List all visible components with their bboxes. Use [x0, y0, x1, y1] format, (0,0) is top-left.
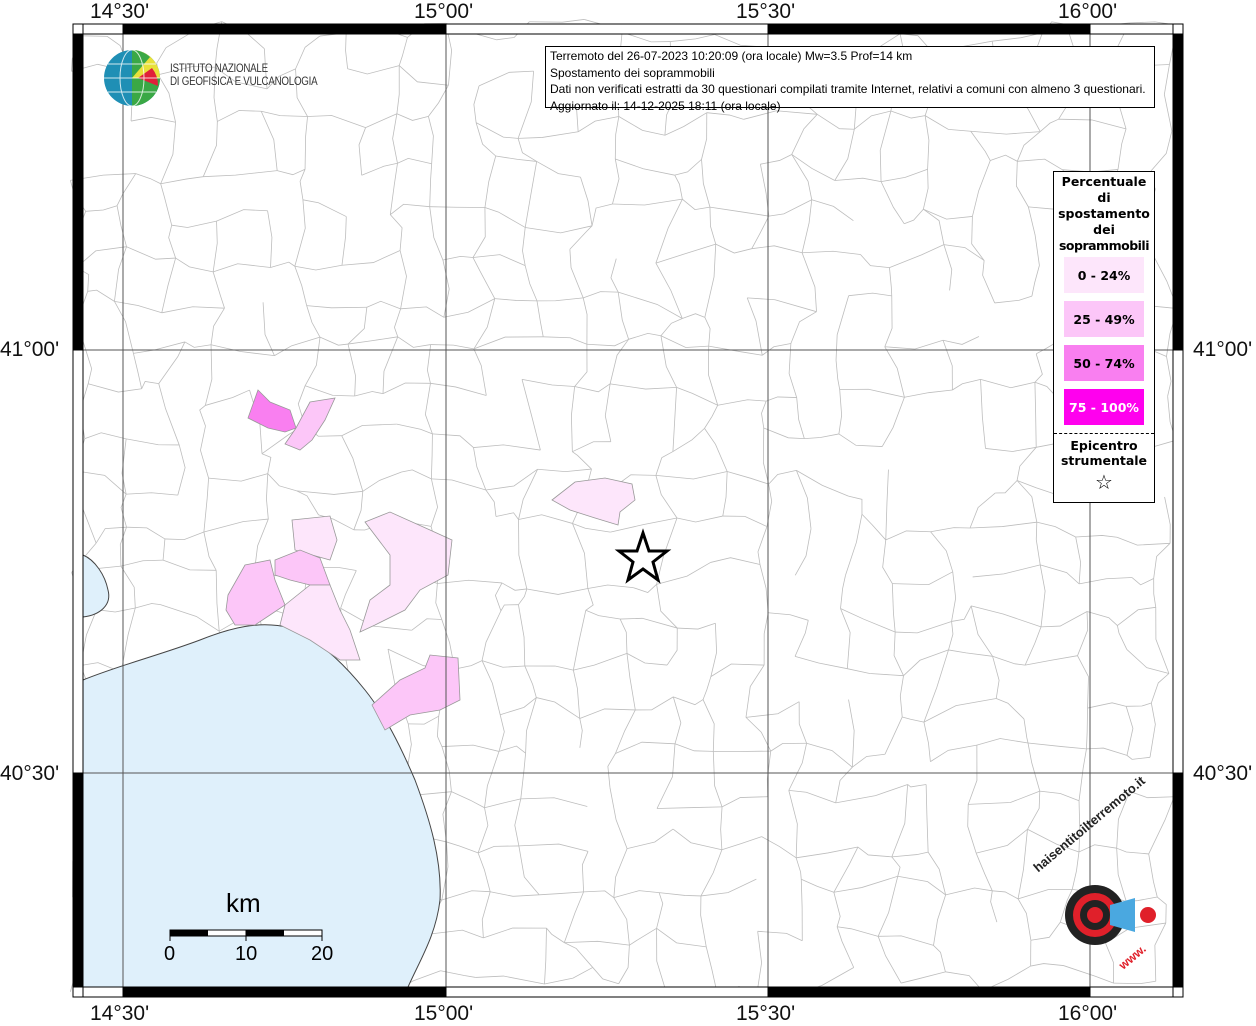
frame-segment	[123, 987, 446, 997]
legend-class-0-24: 0 - 24%	[1064, 257, 1144, 293]
event-details: Terremoto del 26-07-2023 10:20:09 (ora l…	[550, 48, 1150, 65]
boundary-line	[529, 19, 584, 22]
frame-segment	[123, 24, 446, 34]
frame-segment	[1090, 24, 1173, 34]
lon-label-bottom: 15°00'	[414, 1002, 473, 1026]
frame-segment	[73, 773, 83, 987]
frame-segment	[1173, 987, 1183, 997]
haisentito-logo: haisentitoilterremoto.it www.	[1035, 860, 1165, 980]
legend-title-line: soprammobili	[1054, 238, 1154, 254]
lon-label-top: 14°30'	[90, 0, 149, 24]
epicenter-label: strumentale	[1054, 453, 1154, 468]
scale-unit: km	[226, 888, 261, 919]
frame-segment	[73, 24, 83, 34]
frame-segment	[83, 24, 123, 34]
legend-title-line: spostamento	[1054, 206, 1154, 222]
legend-class-25-49: 25 - 49%	[1064, 301, 1144, 337]
frame-segment	[1090, 987, 1173, 997]
frame-segment	[446, 24, 768, 34]
legend-divider	[1054, 433, 1154, 434]
lon-label-top: 15°00'	[414, 0, 473, 24]
frame-segment	[768, 24, 1090, 34]
data-note: Dati non verificati estratti da 30 quest…	[550, 81, 1150, 98]
legend-title-line: di	[1054, 190, 1154, 206]
frame-segment	[1173, 773, 1183, 987]
ingv-line2: DI GEOFISICA E VULCANOLOGIA	[170, 76, 317, 89]
star-icon: ☆	[1054, 470, 1154, 494]
frame-segment	[73, 34, 83, 350]
updated-time: Aggiornato il: 14-12-2025 18:11 (ora loc…	[550, 98, 1150, 115]
lon-label-top: 16°00'	[1058, 0, 1117, 24]
frame-segment	[1173, 34, 1183, 350]
ingv-name: ISTITUTO NAZIONALE DI GEOFISICA E VULCAN…	[170, 63, 317, 89]
legend-title-line: Percentuale	[1054, 174, 1154, 190]
map-parameter: Spostamento dei soprammobili	[550, 65, 1150, 82]
target-icon	[1035, 860, 1165, 980]
lon-label-bottom: 14°30'	[90, 1002, 149, 1026]
lat-label-right: 41°00'	[1193, 338, 1252, 362]
legend-title-line: dei	[1054, 222, 1154, 238]
frame-segment	[73, 987, 83, 997]
legend: Percentuale di spostamento dei soprammob…	[1053, 171, 1155, 503]
lon-label-top: 15°30'	[736, 0, 795, 24]
scale-bar	[168, 928, 328, 942]
legend-class-50-74: 50 - 74%	[1064, 345, 1144, 381]
scale-tick: 0	[164, 943, 175, 966]
frame-segment	[83, 987, 123, 997]
scale-tick: 20	[311, 943, 333, 966]
legend-class-75-100: 75 - 100%	[1064, 389, 1144, 425]
lon-label-bottom: 16°00'	[1058, 1002, 1117, 1026]
legend-title: Percentuale di spostamento dei soprammob…	[1054, 174, 1154, 254]
frame-segment	[1173, 350, 1183, 773]
ingv-globe-logo	[102, 48, 162, 108]
lat-label-left: 40°30'	[0, 762, 59, 786]
scale-tick: 10	[235, 943, 257, 966]
event-info-box: Terremoto del 26-07-2023 10:20:09 (ora l…	[545, 46, 1155, 108]
frame-segment	[446, 987, 768, 997]
frame-segment	[768, 987, 1090, 997]
lat-label-right: 40°30'	[1193, 762, 1252, 786]
frame-segment	[1173, 24, 1183, 34]
frame-segment	[73, 350, 83, 773]
lat-label-left: 41°00'	[0, 338, 59, 362]
lon-label-bottom: 15°30'	[736, 1002, 795, 1026]
ingv-line1: ISTITUTO NAZIONALE	[170, 63, 317, 76]
epicenter-label: Epicentro	[1054, 438, 1154, 453]
